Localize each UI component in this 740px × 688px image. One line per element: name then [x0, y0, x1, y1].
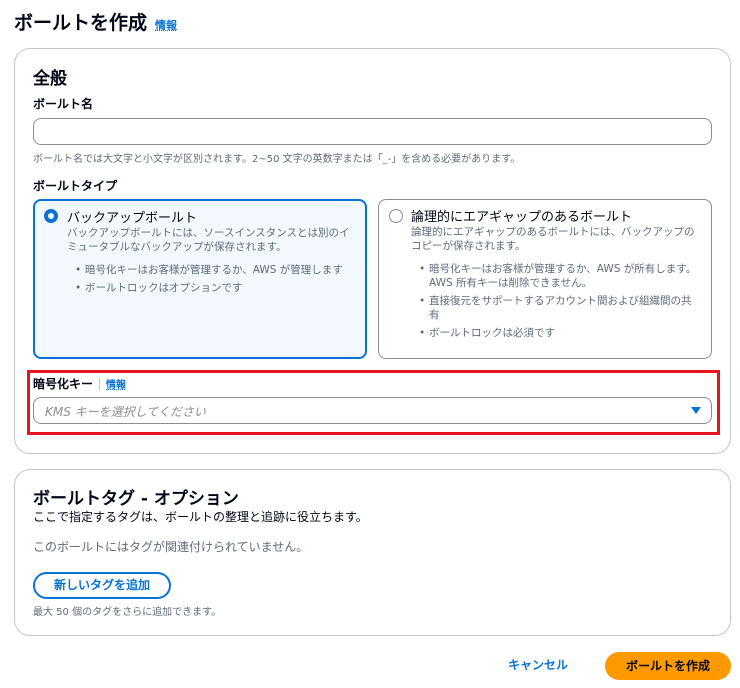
tags-limit-hint: 最大 50 個のタグをさらに追加できます。: [33, 607, 222, 618]
tile-title: 論理的にエアギャップのあるボールト: [411, 210, 633, 225]
tile-bullet: 暗号化キーはお客様が管理するか、AWS が管理します: [75, 263, 355, 277]
general-heading: 全般: [33, 69, 67, 89]
encryption-key-select[interactable]: KMS キーを選択してください: [33, 397, 712, 424]
vault-type-tile-backup[interactable]: バックアップボールト バックアップボールトには、ソースインスタンスとは別のイミュ…: [33, 199, 367, 359]
vault-name-hint: ボールト名では大文字と小文字が区別されます。2~50 文字の英数字または「_-」…: [33, 154, 521, 165]
vault-name-input[interactable]: [33, 118, 712, 145]
tags-description: ここで指定するタグは、ボールトの整理と追跡に役立ちます。: [33, 510, 368, 524]
select-placeholder: KMS キーを選択してください: [45, 405, 206, 419]
page-header: ボールトを作成 情報: [14, 8, 177, 35]
caret-down-icon[interactable]: [691, 407, 701, 414]
page-info-link[interactable]: 情報: [155, 17, 177, 33]
add-tag-button[interactable]: 新しいタグを追加: [33, 572, 171, 599]
tile-description: 論理的にエアギャップのあるボールトには、バックアップのコピーが保存されます。: [411, 226, 695, 252]
vault-type-tile-air-gapped[interactable]: 論理的にエアギャップのあるボールト 論理的にエアギャップのあるボールトには、バッ…: [378, 199, 712, 359]
tags-empty-message: このボールトにはタグが関連付けられていません。: [33, 540, 309, 554]
tile-title: バックアップボールト: [67, 211, 198, 226]
label-divider: [99, 377, 101, 390]
radio-unselected-icon[interactable]: [389, 209, 403, 223]
tile-bullet: 直接復元をサポートするアカウント間および組織間の共有: [419, 294, 699, 322]
vault-name-label: ボールト名: [33, 97, 94, 111]
tile-bullet: ボールトロックはオプションです: [75, 281, 355, 295]
tile-bullet-list: 暗号化キーはお客様が管理するか、AWS が管理します ボールトロックはオプション…: [75, 263, 355, 299]
encryption-key-label-row: 暗号化キー 情報: [33, 375, 126, 392]
tile-description: バックアップボールトには、ソースインスタンスとは別のイミュータブルなバックアップ…: [67, 227, 350, 253]
tile-bullet: 暗号化キーはお客様が管理するか、AWS が所有します。AWS 所有キーは削除でき…: [419, 262, 699, 290]
encryption-key-label: 暗号化キー: [33, 377, 94, 391]
page-title: ボールトを作成: [14, 12, 148, 34]
tags-heading: ボールトタグ - オプション: [33, 489, 239, 509]
tile-bullet-list: 暗号化キーはお客様が管理するか、AWS が所有します。AWS 所有キーは削除でき…: [419, 262, 699, 344]
encryption-key-info-link[interactable]: 情報: [106, 376, 126, 391]
radio-selected-icon[interactable]: [44, 209, 58, 223]
vault-type-label: ボールトタイプ: [33, 179, 118, 193]
tile-bullet: ボールトロックは必須です: [419, 326, 699, 340]
cancel-button[interactable]: キャンセル: [508, 656, 568, 673]
create-vault-button[interactable]: ボールトを作成: [605, 652, 731, 680]
